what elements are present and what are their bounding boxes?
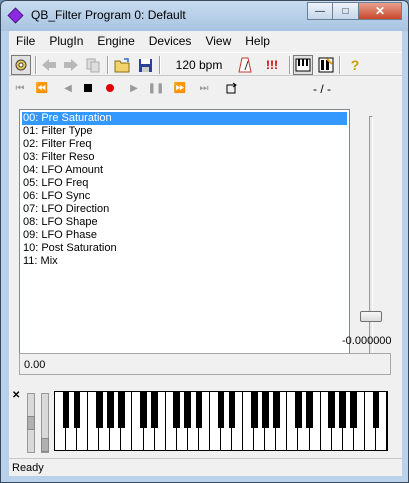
- app-icon: [7, 7, 24, 24]
- list-item[interactable]: 10: Post Saturation: [20, 242, 349, 255]
- mod-wheel[interactable]: [41, 393, 49, 453]
- step-back-icon[interactable]: ◀: [61, 81, 75, 95]
- black-key[interactable]: [140, 392, 147, 428]
- menu-file[interactable]: File: [9, 31, 42, 51]
- window-controls: — □ ✕: [307, 2, 402, 20]
- list-item[interactable]: 05: LFO Freq: [20, 177, 349, 190]
- menu-devices[interactable]: Devices: [142, 31, 199, 51]
- status-text: Ready: [12, 462, 44, 474]
- black-key[interactable]: [339, 392, 347, 428]
- parameter-slider-thumb[interactable]: [360, 311, 382, 322]
- black-key[interactable]: [95, 392, 103, 428]
- main-window: QB_Filter Program 0: Default — □ ✕ File …: [0, 0, 409, 483]
- edit-icon[interactable]: [316, 55, 336, 75]
- transport-bar: ⏮ ⏪ ◀ ▶ ❚❚ ⏩ ⏭ - / -: [9, 77, 402, 99]
- rewind-icon[interactable]: ⏪: [35, 81, 49, 95]
- list-item[interactable]: 08: LFO Shape: [20, 216, 349, 229]
- black-key[interactable]: [195, 392, 203, 428]
- main-toolbar: 120 bpm !!! ?: [9, 52, 402, 76]
- back-arrow-icon[interactable]: [39, 55, 59, 75]
- black-key[interactable]: [306, 392, 313, 428]
- list-item[interactable]: 01: Filter Type: [20, 125, 349, 138]
- black-key[interactable]: [73, 392, 81, 428]
- forward-arrow-icon[interactable]: [61, 55, 81, 75]
- black-key[interactable]: [261, 392, 269, 428]
- list-item[interactable]: 06: LFO Sync: [20, 190, 349, 203]
- skip-start-icon[interactable]: ⏮: [13, 81, 27, 95]
- settings-icon[interactable]: [11, 55, 31, 75]
- list-item[interactable]: 02: Filter Freq: [20, 138, 349, 151]
- list-item[interactable]: 07: LFO Direction: [20, 203, 349, 216]
- list-item[interactable]: 00: Pre Saturation: [22, 112, 347, 125]
- warning-indicator[interactable]: !!!: [261, 55, 283, 75]
- list-item[interactable]: 04: LFO Amount: [20, 164, 349, 177]
- pause-icon[interactable]: ❚❚: [148, 81, 165, 95]
- black-key[interactable]: [350, 392, 358, 428]
- copy-icon[interactable]: [83, 55, 103, 75]
- slider-value: -0.000000: [342, 335, 392, 347]
- piano-keyboard[interactable]: [54, 391, 388, 451]
- window-title: QB_Filter Program 0: Default: [31, 8, 186, 22]
- open-folder-icon[interactable]: [112, 55, 132, 75]
- fast-forward-icon[interactable]: ⏩: [173, 81, 187, 95]
- black-key[interactable]: [372, 392, 380, 428]
- list-item[interactable]: 03: Filter Reso: [20, 151, 349, 164]
- metronome-icon[interactable]: [235, 55, 255, 75]
- status-bar: Ready: [9, 458, 402, 476]
- play-icon[interactable]: ▶: [127, 81, 141, 95]
- keyboard-icon[interactable]: [293, 55, 313, 75]
- close-icon[interactable]: ✕: [12, 390, 20, 401]
- menu-help[interactable]: Help: [238, 31, 277, 51]
- help-icon[interactable]: ?: [345, 55, 365, 75]
- menu-plugin[interactable]: PlugIn: [42, 31, 90, 51]
- tempo-display[interactable]: 120 bpm: [169, 55, 229, 75]
- black-key[interactable]: [328, 392, 335, 428]
- value-field[interactable]: 0.00: [19, 353, 391, 375]
- menu-engine[interactable]: Engine: [90, 31, 141, 51]
- menu-bar: File PlugIn Engine Devices View Help: [9, 31, 402, 51]
- black-key[interactable]: [250, 392, 258, 428]
- black-key[interactable]: [184, 392, 192, 428]
- title-bar[interactable]: QB_Filter Program 0: Default — □ ✕: [1, 1, 408, 31]
- black-key[interactable]: [217, 392, 225, 428]
- position-readout: - / -: [313, 82, 331, 96]
- black-key[interactable]: [228, 392, 236, 428]
- black-key[interactable]: [295, 392, 302, 428]
- maximize-button[interactable]: □: [333, 2, 359, 20]
- minimize-button[interactable]: —: [307, 2, 333, 20]
- black-key[interactable]: [118, 392, 125, 428]
- parameter-list[interactable]: 00: Pre Saturation 01: Filter Type 02: Fil…: [19, 109, 350, 374]
- menu-view[interactable]: View: [198, 31, 238, 51]
- black-key[interactable]: [273, 392, 280, 428]
- keyboard-panel: ✕: [9, 381, 402, 456]
- black-key[interactable]: [62, 392, 70, 428]
- parameter-slider-track[interactable]: [369, 116, 373, 360]
- black-key[interactable]: [151, 392, 158, 428]
- list-item[interactable]: 09: LFO Phase: [20, 229, 349, 242]
- loop-icon[interactable]: [225, 81, 239, 95]
- skip-end-icon[interactable]: ⏭: [197, 81, 211, 95]
- save-icon[interactable]: [135, 55, 155, 75]
- record-icon[interactable]: [103, 81, 117, 95]
- close-button[interactable]: ✕: [359, 2, 402, 20]
- list-item[interactable]: 11: Mix: [20, 255, 349, 268]
- pitch-wheel[interactable]: [27, 393, 35, 453]
- black-key[interactable]: [173, 392, 181, 428]
- stop-icon[interactable]: [81, 81, 95, 95]
- black-key[interactable]: [107, 392, 114, 428]
- client-area: File PlugIn Engine Devices View Help 120…: [9, 31, 402, 476]
